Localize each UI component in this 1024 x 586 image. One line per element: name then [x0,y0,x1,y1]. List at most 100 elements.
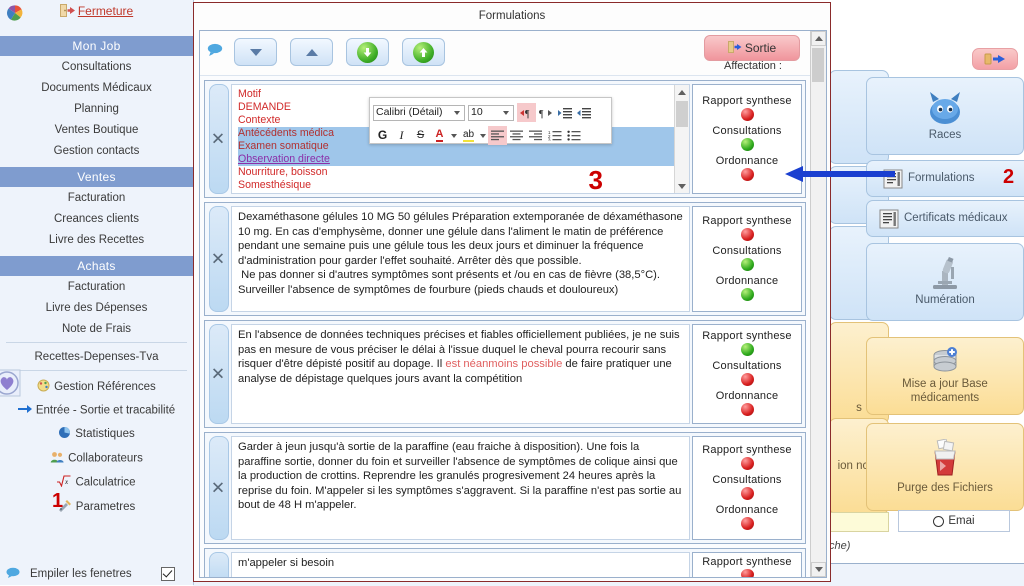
numeration-button[interactable]: Numération [866,243,1024,321]
sidebar-item-facturation-achats[interactable]: Facturation [0,276,193,297]
scroll-down-button[interactable] [811,562,826,577]
sidebar-item-facturation-ventes[interactable]: Facturation [0,187,193,208]
row-drag-handle[interactable] [209,552,229,577]
row-text[interactable]: Dexaméthasone gélules 10 MG 50 gélules P… [231,206,690,312]
sidebar-item-statistiques[interactable]: Statistiques [0,421,193,446]
chevron-down-icon[interactable] [480,133,486,138]
delete-row-button[interactable]: ✕ [205,131,231,148]
row-text[interactable]: Garder à jeun jusqu'à sortie de la paraf… [231,436,690,540]
font-size-select[interactable]: 10 [468,104,514,121]
affectation-rapport-synthese-status[interactable] [740,457,754,470]
window-vertical-scrollbar[interactable] [810,31,826,577]
align-right-button[interactable] [526,126,545,145]
affectation-rapport-synthese-status[interactable] [740,343,754,356]
highlight-button[interactable]: ab [459,126,478,145]
delete-row-button[interactable]: ✕ [205,251,231,268]
hidden-shield-icon[interactable] [0,368,22,398]
row-affectation[interactable]: Rapport synthese Consultations Ordonnanc… [692,324,802,424]
rich-text-toolbar[interactable]: Calibri (Détail) 10 ¶ ¶ G I S A ab 1 2 3 [369,97,612,145]
editor-scrollbar[interactable] [674,85,689,193]
email-radio-option[interactable]: Emai [898,510,1010,532]
editor-scroll-down[interactable] [675,179,689,193]
races-button[interactable]: Races [866,77,1024,155]
comment-icon[interactable] [207,43,223,59]
row-handle[interactable]: ✕ [205,81,231,197]
table-row[interactable]: ✕ Dexaméthasone gélules 10 MG 50 gélules… [204,202,806,316]
font-color-button[interactable]: A [430,126,449,145]
sidebar-item-consultations[interactable]: Consultations [0,56,193,77]
row-affectation[interactable]: Rapport synthese Consultations Ordonnanc… [692,206,802,312]
rtl-paragraph-button[interactable]: ¶ [536,103,555,122]
sidebar-item-entree-sortie-tracabilite[interactable]: Entrée - Sortie et tracabilité [0,399,193,421]
bold-button[interactable]: G [373,126,392,145]
affectation-ordonnance-status[interactable] [740,403,754,416]
sidebar-item-planning[interactable]: Planning [0,98,193,119]
row-handle[interactable]: ✕ [205,203,231,315]
sidebar-item-parametres[interactable]: 1 Parametres [0,490,193,519]
row-affectation[interactable]: Rapport synthese Consultations Ordonnanc… [692,436,802,540]
back-button[interactable] [972,48,1018,70]
numbered-list-button[interactable]: 1 2 3 [545,126,564,145]
purge-fichiers-button[interactable]: Purge des Fichiers [866,423,1024,511]
sidebar-item-recettes-depenses-tva[interactable]: Recettes-Depenses-Tva [0,346,193,367]
empiler-fenetres-row[interactable]: Empiler les fenetres [0,567,193,581]
affectation-consultations-status[interactable] [740,258,754,271]
row-text[interactable]: m'appeler si besoin [231,552,690,577]
maj-base-medicaments-button[interactable]: Mise a jour Base médicaments [866,337,1024,415]
increase-indent-button[interactable] [555,103,574,122]
table-row[interactable]: ✕ En l'absence de données techniques pré… [204,320,806,428]
affectation-rapport-synthese-status[interactable] [740,108,754,121]
move-up-button[interactable] [290,38,333,66]
move-down-button[interactable] [234,38,277,66]
affectation-ordonnance-status[interactable] [740,288,754,301]
scroll-up-button[interactable] [811,31,826,46]
sortie-button[interactable]: Sortie [704,35,800,61]
decrease-indent-button[interactable] [574,103,593,122]
row-handle[interactable]: ✕ [205,433,231,543]
row-affectation[interactable]: Rapport synthese [692,552,802,577]
row-handle[interactable] [205,549,231,577]
affectation-rapport-synthese-status[interactable] [740,569,754,577]
affectation-ordonnance-status[interactable] [740,168,754,181]
strikethrough-button[interactable]: S [411,126,430,145]
sidebar-item-calculatrice[interactable]: x Calculatrice [0,470,193,494]
sidebar-item-livre-des-depenses[interactable]: Livre des Dépenses [0,297,193,318]
sidebar-item-note-de-frais[interactable]: Note de Frais [0,318,193,339]
sidebar-item-collaborateurs[interactable]: Collaborateurs [0,446,193,470]
upload-button[interactable] [402,38,445,66]
download-button[interactable] [346,38,389,66]
align-center-button[interactable] [507,126,526,145]
fermeture-link[interactable]: Fermeture [78,4,133,18]
hidden-yellow-field[interactable] [829,512,889,532]
empiler-fenetres-checkbox[interactable] [161,567,175,581]
italic-button[interactable]: I [392,126,411,145]
sidebar-item-documents-medicaux[interactable]: Documents Médicaux [0,77,193,98]
sidebar-item-gestion-contacts[interactable]: Gestion contacts [0,140,193,161]
sidebar-item-ventes-boutique[interactable]: Ventes Boutique [0,119,193,140]
affectation-consultations-status[interactable] [740,487,754,500]
affectation-consultations-status[interactable] [740,138,754,151]
sidebar-item-creances-clients[interactable]: Creances clients [0,208,193,229]
row-text[interactable]: En l'absence de données techniques préci… [231,324,690,424]
table-row[interactable]: ✕ Motif DEMANDE Contexte Antécédents méd… [204,80,806,198]
chevron-down-icon[interactable] [451,133,457,138]
fermeture-link-wrap[interactable]: Fermeture [0,4,193,20]
table-row[interactable]: m'appeler si besoin Rapport synthese [204,548,806,577]
bulleted-list-button[interactable] [564,126,583,145]
ltr-paragraph-button[interactable]: ¶ [517,103,536,122]
editor-scroll-thumb[interactable] [676,101,688,127]
scroll-thumb[interactable] [812,48,824,82]
affectation-consultations-status[interactable] [740,373,754,386]
sidebar-item-gestion-references[interactable]: Gestion Références [0,374,193,399]
certificats-medicaux-button[interactable]: Certificats médicaux [866,200,1024,237]
row-handle[interactable]: ✕ [205,321,231,427]
affectation-ordonnance-status[interactable] [740,517,754,530]
sidebar-item-livre-des-recettes[interactable]: Livre des Recettes [0,229,193,250]
align-left-button[interactable] [488,126,507,145]
affectation-rapport-synthese-status[interactable] [740,228,754,241]
row-text-editor[interactable]: Motif DEMANDE Contexte Antécédents médic… [231,84,690,194]
editor-scroll-up[interactable] [675,85,689,99]
table-row[interactable]: ✕ Garder à jeun jusqu'à sortie de la par… [204,432,806,544]
delete-row-button[interactable]: ✕ [205,366,231,383]
delete-row-button[interactable]: ✕ [205,480,231,497]
